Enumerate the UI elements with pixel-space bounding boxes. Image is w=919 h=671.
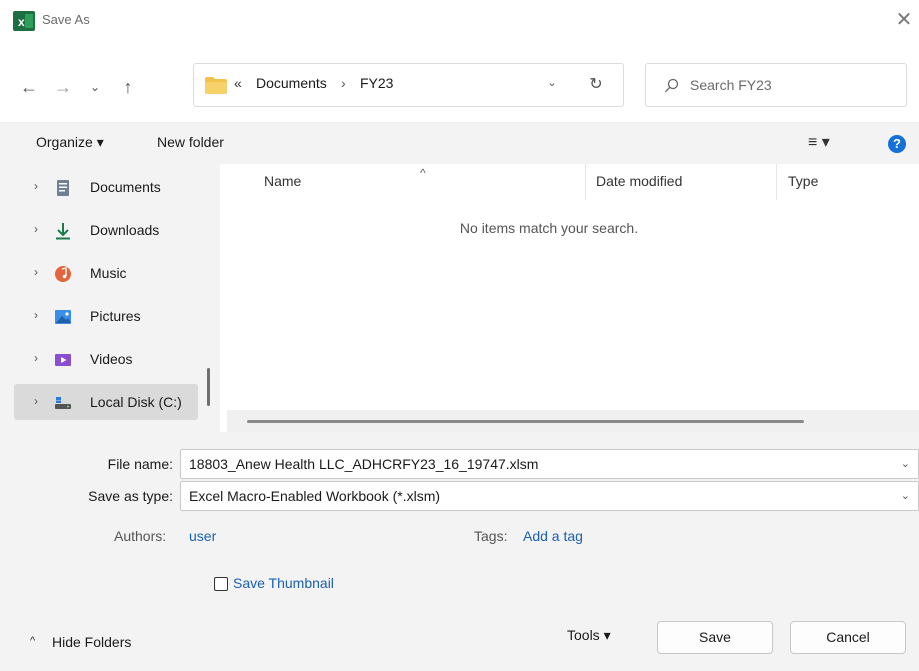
save-form: File name: 18803_Anew Health LLC_ADHCRFY… bbox=[0, 432, 919, 671]
sidebar-item-downloads[interactable]: › Downloads bbox=[14, 212, 198, 248]
folder-icon bbox=[205, 77, 227, 94]
close-button[interactable]: ✕ bbox=[889, 4, 919, 36]
column-header-date-modified[interactable]: Date modified bbox=[596, 173, 682, 189]
save-as-type-select[interactable]: Excel Macro-Enabled Workbook (*.xlsm) ⌄ bbox=[180, 481, 919, 511]
save-thumbnail-label[interactable]: Save Thumbnail bbox=[233, 575, 334, 591]
file-name-dropdown-icon[interactable]: ⌄ bbox=[901, 457, 910, 470]
back-button[interactable]: ← bbox=[14, 72, 44, 102]
address-dropdown-icon[interactable]: ⌄ bbox=[542, 76, 562, 89]
sidebar-item-label: Local Disk (C:) bbox=[90, 394, 182, 410]
help-icon[interactable]: ? bbox=[888, 135, 906, 153]
search-box[interactable] bbox=[645, 63, 907, 107]
local-disk-icon bbox=[54, 394, 72, 412]
horizontal-scrollbar-track[interactable] bbox=[227, 410, 919, 432]
search-input[interactable] bbox=[690, 72, 900, 98]
refresh-button[interactable]: ↻ bbox=[582, 72, 610, 98]
music-icon bbox=[54, 265, 72, 283]
sidebar-item-label: Documents bbox=[90, 179, 161, 195]
address-segment-documents[interactable]: Documents bbox=[256, 75, 327, 91]
forward-button[interactable]: → bbox=[48, 72, 78, 102]
excel-icon: x bbox=[13, 11, 35, 31]
sidebar-item-pictures[interactable]: › Pictures bbox=[14, 298, 198, 334]
new-folder-button[interactable]: New folder bbox=[157, 134, 224, 150]
hide-folders-label: Hide Folders bbox=[52, 634, 132, 650]
organize-button[interactable]: Organize ▾ bbox=[36, 134, 104, 151]
recent-locations-button[interactable]: ⌄ bbox=[83, 72, 107, 102]
window-title: Save As bbox=[42, 12, 90, 27]
pictures-icon bbox=[54, 308, 72, 326]
authors-value[interactable]: user bbox=[189, 528, 216, 544]
column-header-type[interactable]: Type bbox=[788, 173, 818, 189]
svg-text:x: x bbox=[18, 15, 25, 29]
tags-label: Tags: bbox=[474, 528, 508, 544]
sidebar-item-documents[interactable]: › Documents bbox=[14, 169, 198, 205]
file-list: ^ Name Date modified Type No items match… bbox=[227, 164, 919, 432]
save-thumbnail-checkbox[interactable] bbox=[214, 577, 228, 591]
expand-chevron-icon[interactable]: › bbox=[34, 394, 38, 408]
sidebar-item-label: Pictures bbox=[90, 308, 141, 324]
address-separator-icon[interactable]: › bbox=[341, 75, 346, 91]
empty-message: No items match your search. bbox=[459, 220, 639, 236]
save-as-type-label: Save as type: bbox=[88, 488, 173, 504]
add-tag-link[interactable]: Add a tag bbox=[523, 528, 583, 544]
sidebar-scrollbar[interactable] bbox=[207, 368, 210, 406]
expand-chevron-icon[interactable]: › bbox=[34, 308, 38, 322]
sidebar-item-local-disk[interactable]: › Local Disk (C:) bbox=[14, 384, 198, 420]
cancel-button[interactable]: Cancel bbox=[790, 621, 906, 654]
chevron-up-icon: ^ bbox=[30, 635, 36, 647]
file-name-input[interactable]: 18803_Anew Health LLC_ADHCRFY23_16_19747… bbox=[180, 449, 919, 479]
search-icon bbox=[664, 78, 680, 94]
downloads-icon bbox=[54, 222, 72, 240]
save-as-type-value[interactable]: Excel Macro-Enabled Workbook (*.xlsm) bbox=[189, 488, 440, 504]
expand-chevron-icon[interactable]: › bbox=[34, 265, 38, 279]
column-divider[interactable] bbox=[776, 164, 777, 200]
address-bar[interactable]: « Documents › FY23 ⌄ ↻ bbox=[193, 63, 624, 107]
address-segment-fy23[interactable]: FY23 bbox=[360, 75, 393, 91]
documents-icon bbox=[54, 179, 72, 197]
title-bar: x Save As ✕ bbox=[0, 0, 919, 46]
save-button[interactable]: Save bbox=[657, 621, 773, 654]
sidebar-item-label: Music bbox=[90, 265, 127, 281]
tools-button[interactable]: Tools ▾ bbox=[567, 627, 611, 644]
sort-ascending-icon: ^ bbox=[420, 166, 426, 180]
toolbar: Organize ▾ New folder ≡ ▾ ? bbox=[0, 122, 919, 164]
file-name-label: File name: bbox=[107, 456, 173, 472]
save-as-type-dropdown-icon[interactable]: ⌄ bbox=[901, 489, 910, 502]
expand-chevron-icon[interactable]: › bbox=[34, 179, 38, 193]
expand-chevron-icon[interactable]: › bbox=[34, 222, 38, 236]
view-options-button[interactable]: ≡ ▾ bbox=[808, 132, 830, 152]
expand-chevron-icon[interactable]: › bbox=[34, 351, 38, 365]
column-header-name[interactable]: Name bbox=[264, 173, 301, 189]
sidebar-item-label: Downloads bbox=[90, 222, 160, 238]
authors-label: Authors: bbox=[114, 528, 167, 544]
sidebar-item-music[interactable]: › Music bbox=[14, 255, 198, 291]
sidebar-item-label: Videos bbox=[90, 351, 133, 367]
videos-icon bbox=[54, 351, 72, 369]
sidebar-item-videos[interactable]: › Videos bbox=[14, 341, 198, 377]
file-name-value[interactable]: 18803_Anew Health LLC_ADHCRFY23_16_19747… bbox=[189, 456, 538, 472]
horizontal-scrollbar-thumb[interactable] bbox=[247, 420, 804, 423]
navigation-pane: › Documents › Downloads › Music › Pictur… bbox=[0, 164, 220, 432]
up-button[interactable]: ↑ bbox=[113, 72, 143, 102]
address-overflow-chevron[interactable]: « bbox=[234, 75, 242, 91]
column-divider[interactable] bbox=[585, 164, 586, 200]
